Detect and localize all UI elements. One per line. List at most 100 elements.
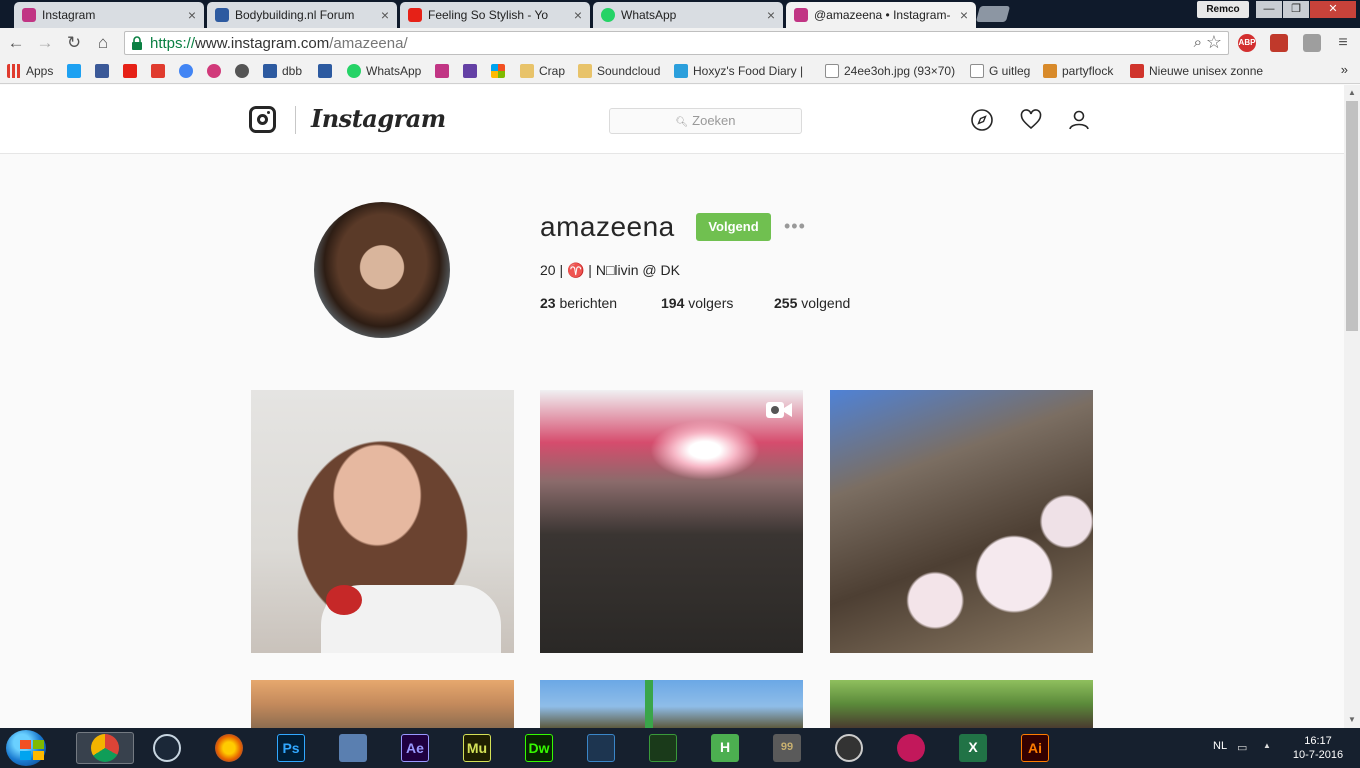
bookmark-windows[interactable] <box>491 63 505 79</box>
bookmark-partyflock[interactable]: partyflock <box>1043 63 1113 79</box>
close-icon[interactable]: × <box>188 7 196 23</box>
instagram-logo-icon[interactable] <box>249 106 276 133</box>
close-icon[interactable]: × <box>381 7 389 23</box>
taskbar-osu[interactable] <box>882 732 940 764</box>
taskbar-steam[interactable] <box>138 732 196 764</box>
following-button[interactable]: Volgend <box>696 213 771 241</box>
minimize-button[interactable]: — <box>1256 1 1282 18</box>
forward-icon[interactable]: → <box>34 32 56 54</box>
bookmark-image[interactable]: 24ee3oh.jpg (93×70) <box>825 63 955 79</box>
taskbar-4game[interactable] <box>634 732 692 764</box>
profile-button[interactable]: Remco <box>1197 1 1249 18</box>
post-thumbnail[interactable] <box>830 390 1093 653</box>
new-tab-button[interactable] <box>975 6 1011 22</box>
bookmark-dumpert[interactable] <box>151 63 165 79</box>
following-label: volgend <box>801 295 851 311</box>
post-thumbnail[interactable] <box>251 390 514 653</box>
after-effects-icon: Ae <box>401 734 429 762</box>
extension-icon[interactable] <box>1303 34 1321 52</box>
bookmark-dbb[interactable]: dbb <box>263 63 302 79</box>
close-icon[interactable]: × <box>574 7 582 23</box>
tab-youtube[interactable]: Feeling So Stylish - Yo × <box>400 2 590 28</box>
dumpert-icon <box>151 64 165 78</box>
zoom-icon[interactable]: ⌕ <box>1194 34 1202 51</box>
url-host: www.instagram.com <box>195 35 330 52</box>
bookmarks-overflow-button[interactable]: » <box>1341 62 1348 77</box>
back-icon[interactable]: ← <box>5 32 27 54</box>
show-hidden-icons-icon[interactable]: ▲ <box>1263 741 1271 750</box>
close-icon[interactable]: × <box>767 7 775 23</box>
bookmark-folder-soundcloud[interactable]: Soundcloud <box>578 63 660 79</box>
osu-icon <box>897 734 925 762</box>
bookmark-whatsapp[interactable]: WhatsApp <box>347 63 421 79</box>
bookmark-google[interactable] <box>179 63 193 79</box>
search-input[interactable]: 🔍︎ Zoeken <box>609 108 802 134</box>
followers-stat[interactable]: 194 volgers <box>661 295 733 311</box>
taskbar-excel[interactable]: X <box>944 732 1002 764</box>
bookmark-folder-crap[interactable]: Crap <box>520 63 565 79</box>
bookmark-instagram[interactable] <box>435 63 449 79</box>
bookmark-youtube[interactable] <box>123 63 137 79</box>
windows-icon <box>491 64 505 78</box>
taskbar-illustrator[interactable]: Ai <box>1006 732 1064 764</box>
taskbar-muse[interactable]: Mu <box>448 732 506 764</box>
shop-icon <box>1130 64 1144 78</box>
post-thumbnail[interactable] <box>540 680 803 728</box>
more-options-icon[interactable]: ••• <box>784 216 806 237</box>
scroll-up-icon[interactable]: ▲ <box>1348 88 1356 97</box>
bookmark-bodybuilding[interactable] <box>318 63 332 79</box>
bookmark-zonnebril[interactable]: Nieuwe unisex zonne <box>1130 63 1263 79</box>
photoshop-icon: Ps <box>277 734 305 762</box>
instagram-wordmark[interactable]: Instagram <box>311 104 446 133</box>
close-icon[interactable]: × <box>960 7 968 23</box>
taskbar-dreamweaver[interactable]: Dw <box>510 732 568 764</box>
tab-amazeena-instagram[interactable]: @amazeena • Instagram- × <box>786 2 976 28</box>
lock-icon <box>132 36 142 50</box>
reload-icon[interactable]: ↻ <box>63 32 85 54</box>
profile-icon[interactable] <box>1067 108 1091 132</box>
tab-instagram[interactable]: Instagram × <box>14 2 204 28</box>
bookmark-facebook[interactable] <box>95 63 109 79</box>
address-bar[interactable]: https://www.instagram.com/amazeena/ ⌕ ☆ <box>124 31 1229 55</box>
bookmark-uitleg[interactable]: G uitleg <box>970 63 1030 79</box>
menu-icon[interactable]: ≡ <box>1336 33 1350 53</box>
bookmark-star-icon[interactable]: ☆ <box>1206 32 1222 53</box>
system-clock[interactable]: 16:17 10-7-2016 <box>1290 734 1346 762</box>
heart-icon[interactable] <box>1019 108 1043 132</box>
youtube-extension-icon[interactable] <box>1270 34 1288 52</box>
taskbar-chrome[interactable] <box>76 732 134 764</box>
taskbar-screen-app[interactable]: 99 <box>758 732 816 764</box>
bookmark-apps[interactable]: Apps <box>7 63 53 79</box>
following-stat[interactable]: 255 volgend <box>774 295 850 311</box>
scroll-down-icon[interactable]: ▼ <box>1348 715 1356 724</box>
bookmark-bolt[interactable] <box>235 63 249 79</box>
maximize-button[interactable]: ❐ <box>1283 1 1309 18</box>
adblock-icon[interactable]: ABP <box>1238 34 1256 52</box>
page-scrollbar[interactable]: ▲ ▼ <box>1344 85 1360 728</box>
taskbar-rockstar[interactable] <box>820 732 878 764</box>
start-button[interactable] <box>6 730 46 766</box>
explore-compass-icon[interactable] <box>970 108 994 132</box>
tab-bodybuilding[interactable]: Bodybuilding.nl Forum × <box>207 2 397 28</box>
bookmark-twitch[interactable] <box>463 63 477 79</box>
post-thumbnail[interactable] <box>830 680 1093 728</box>
post-thumbnail[interactable] <box>540 390 803 653</box>
header-divider <box>295 106 296 134</box>
bookmark-twitter[interactable] <box>67 63 81 79</box>
avatar[interactable] <box>314 202 450 338</box>
taskbar-photoshop[interactable]: Ps <box>262 732 320 764</box>
post-thumbnail[interactable] <box>251 680 514 728</box>
taskbar-firefox[interactable] <box>200 732 258 764</box>
taskbar-keyboard[interactable] <box>324 732 382 764</box>
bookmark-food-diary[interactable]: Hoxyz's Food Diary | <box>674 63 803 79</box>
tab-whatsapp[interactable]: WhatsApp × <box>593 2 783 28</box>
close-window-button[interactable]: ✕ <box>1310 1 1356 18</box>
scrollbar-thumb[interactable] <box>1346 101 1358 331</box>
battery-icon[interactable]: ▭ <box>1237 741 1247 754</box>
language-indicator[interactable]: NL <box>1213 740 1227 752</box>
taskbar-after-effects[interactable]: Ae <box>386 732 444 764</box>
home-icon[interactable]: ⌂ <box>92 32 114 54</box>
taskbar-video-editor[interactable] <box>572 732 630 764</box>
taskbar-h-app[interactable]: H <box>696 732 754 764</box>
bookmark-site[interactable] <box>207 63 221 79</box>
